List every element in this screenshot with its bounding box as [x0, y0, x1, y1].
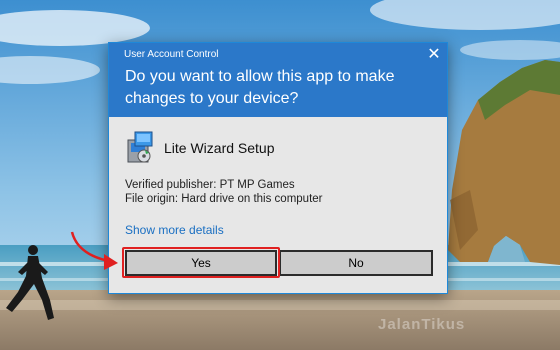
show-more-details-link[interactable]: Show more details	[125, 223, 224, 237]
dialog-title: User Account Control	[124, 49, 219, 60]
app-name: Lite Wizard Setup	[164, 140, 275, 156]
dialog-header: User Account Control ✕ Do you want to al…	[109, 43, 447, 117]
yes-highlight-box	[122, 247, 280, 278]
installer-icon	[127, 131, 153, 163]
no-button[interactable]: No	[279, 250, 433, 276]
watermark-logo: JalanTikus	[378, 316, 466, 333]
file-origin: File origin: Hard drive on this computer	[125, 193, 323, 205]
close-icon[interactable]: ✕	[423, 45, 445, 65]
verified-publisher: Verified publisher: PT MP Games	[125, 179, 295, 191]
permission-question: Do you want to allow this app to make ch…	[125, 68, 395, 107]
